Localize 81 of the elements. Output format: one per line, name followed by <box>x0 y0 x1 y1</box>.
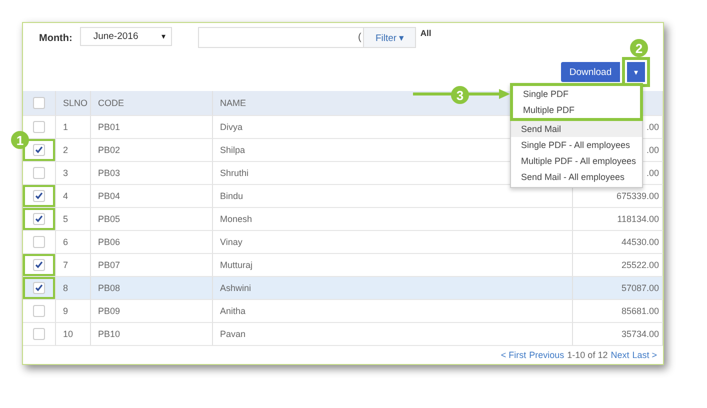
table-cell: 6 <box>63 237 68 247</box>
table-cell: PB02 <box>98 145 120 155</box>
table-cell: Divya <box>220 122 243 132</box>
check-icon <box>35 215 43 223</box>
row-checkbox[interactable] <box>33 167 45 179</box>
column-header: NAME <box>220 98 246 108</box>
month-select[interactable]: June-2016 ▾ <box>80 27 172 46</box>
table-cell: Ashwini <box>220 283 252 293</box>
table-cell: PB09 <box>98 306 120 316</box>
row-checkbox[interactable] <box>33 144 45 156</box>
table-cell: 35734.00 <box>621 329 659 339</box>
table-cell: PB03 <box>98 168 120 178</box>
table-cell: PB01 <box>98 122 120 132</box>
page-range: 1-10 of 12 <box>567 350 608 360</box>
table-cell: 5 <box>63 214 68 224</box>
month-label: Month: <box>39 33 72 44</box>
table-cell: 4 <box>63 191 68 201</box>
table-cell: Vinay <box>220 237 242 247</box>
table-cell: PB07 <box>98 260 120 270</box>
table-cell: 118134.00 <box>617 214 659 224</box>
first-link[interactable]: < First <box>500 350 526 360</box>
download-button[interactable]: Download <box>561 62 620 82</box>
menu-item[interactable]: Single PDF <box>513 86 640 102</box>
filter-value: All <box>420 28 432 38</box>
row-checkbox[interactable] <box>33 213 45 225</box>
table-cell: 57087.00 <box>621 283 659 293</box>
row-checkbox[interactable] <box>33 305 45 317</box>
next-link[interactable]: Next <box>610 350 630 360</box>
table-cell: Mutturaj <box>220 260 253 270</box>
table-cell: PB06 <box>98 237 120 247</box>
table-cell: .00 <box>646 168 659 178</box>
previous-link[interactable]: Previous <box>529 350 564 360</box>
table-cell: Anitha <box>220 306 246 316</box>
row-checkbox[interactable] <box>33 190 45 202</box>
column-header: SLNO <box>63 98 88 108</box>
row-checkbox[interactable] <box>33 328 45 340</box>
menu-item[interactable]: Multiple PDF - All employees <box>511 153 642 169</box>
table-cell: .00 <box>646 122 659 132</box>
table-cell: Shilpa <box>220 145 246 155</box>
table-cell: PB04 <box>98 191 120 201</box>
callout-badge: 2 <box>630 39 648 57</box>
table-cell: PB10 <box>98 329 120 339</box>
check-icon <box>35 192 43 200</box>
search-icon: ( <box>358 32 362 43</box>
table-cell: Shruthi <box>220 168 249 178</box>
row-checkbox[interactable] <box>33 282 45 294</box>
table-cell: 10 <box>63 329 74 339</box>
table-cell: 8 <box>63 283 68 293</box>
table-cell: 675339.00 <box>616 191 659 201</box>
check-icon <box>35 284 43 292</box>
check-icon <box>35 261 43 269</box>
table-cell: 2 <box>63 145 68 155</box>
table-cell: 1 <box>63 122 68 132</box>
table-cell: Pavan <box>220 329 246 339</box>
menu-item[interactable]: Send Mail <box>511 121 642 137</box>
table-cell: Monesh <box>220 214 252 224</box>
column-header: CODE <box>98 98 124 108</box>
table-cell: 3 <box>63 168 68 178</box>
table-cell: .00 <box>646 145 659 155</box>
table-cell: PB08 <box>98 283 120 293</box>
callout-badge: 3 <box>451 86 469 104</box>
table-cell: Bindu <box>220 191 244 201</box>
search-field[interactable]: ( Filter ▾ <box>198 27 416 48</box>
table-cell: 44530.00 <box>621 237 659 247</box>
menu-item[interactable]: Single PDF - All employees <box>511 137 642 153</box>
last-link[interactable]: Last > <box>632 350 657 360</box>
row-checkbox[interactable] <box>33 236 45 248</box>
table-cell: 9 <box>63 306 68 316</box>
dropdown-toggle[interactable]: ▾ <box>627 62 645 82</box>
table-cell: PB05 <box>98 214 120 224</box>
table-cell: 85681.00 <box>621 306 659 316</box>
table-cell: 25522.00 <box>621 260 659 270</box>
menu-item[interactable]: Send Mail - All employees <box>511 169 642 185</box>
table-cell: 7 <box>63 260 68 270</box>
callout-badge: 1 <box>11 131 29 149</box>
menu-item[interactable]: Multiple PDF <box>513 102 640 118</box>
row-checkbox[interactable] <box>33 259 45 271</box>
check-icon <box>35 146 43 154</box>
row-checkbox[interactable] <box>33 121 45 133</box>
select-all-checkbox[interactable] <box>33 97 45 109</box>
filter-button[interactable]: Filter ▾ <box>363 28 416 47</box>
